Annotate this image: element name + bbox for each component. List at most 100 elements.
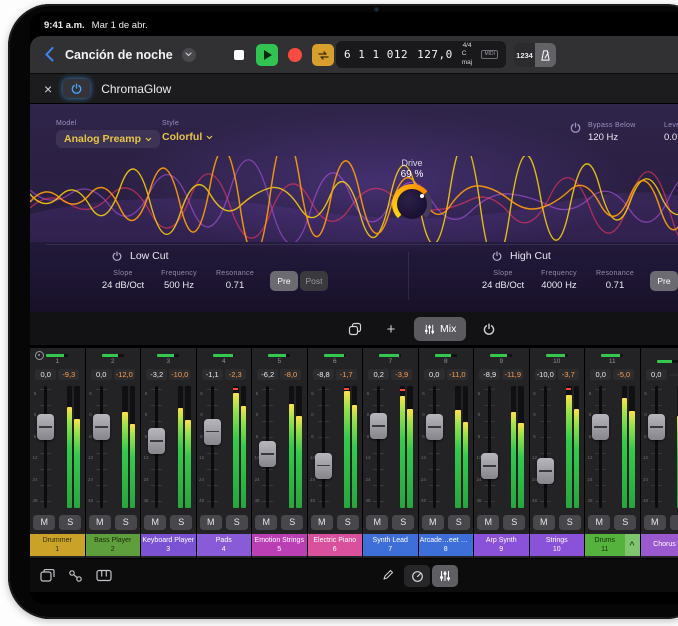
channel-tag[interactable]: Drums 11 ^ [585, 534, 640, 556]
peak-value[interactable]: -9,3 [58, 369, 79, 380]
solo-button[interactable]: S [226, 515, 248, 530]
fader-handle[interactable] [148, 428, 165, 454]
high-cut-slope[interactable]: 24 dB/Oct [482, 280, 524, 291]
mute-button[interactable]: M [200, 515, 222, 530]
channel-strip[interactable]: 7 0,2 -3,9 606122448 M S Synth Lead 7 [363, 348, 418, 558]
solo-button[interactable]: S [115, 515, 137, 530]
channel-tag[interactable]: Electric Piano 6 [308, 534, 363, 556]
channel-tag[interactable]: Keyboard Player 3 [141, 534, 196, 556]
drive-knob[interactable] [392, 184, 432, 224]
channel-strip[interactable]: 9 -8,9 -11,9 606122448 M S Arp Synth 9 [474, 348, 529, 558]
fader-handle[interactable] [537, 458, 554, 484]
fader-handle[interactable] [93, 414, 110, 440]
mute-button[interactable]: M [255, 515, 277, 530]
fader-handle[interactable] [315, 453, 332, 479]
browser-icon[interactable] [40, 569, 55, 583]
fader-value[interactable]: -10,0 [535, 369, 556, 380]
channel-tag[interactable]: Strings 10 [530, 534, 585, 556]
fader-value[interactable]: -6,2 [257, 369, 278, 380]
bypass-power-icon[interactable] [570, 122, 581, 133]
solo-button[interactable]: S [392, 515, 414, 530]
high-cut-frequency[interactable]: 4000 Hz [541, 280, 576, 291]
mute-button[interactable]: M [533, 515, 555, 530]
fader-handle[interactable] [370, 413, 387, 439]
fader-value[interactable]: -3,2 [146, 369, 167, 380]
solo-button[interactable]: S [281, 515, 303, 530]
keyboard-icon[interactable] [96, 569, 112, 582]
peak-value[interactable]: -10,0 [169, 369, 190, 380]
fader-track[interactable] [488, 386, 491, 508]
fader-track[interactable] [433, 386, 436, 508]
fader-track[interactable] [544, 386, 547, 508]
cycle-button[interactable] [312, 44, 334, 66]
fader-value[interactable]: 0,0 [91, 369, 112, 380]
mute-button[interactable]: M [89, 515, 111, 530]
channel-strip[interactable]: 11 0,0 -5,0 606122448 M S Drums 11 ^ [585, 348, 640, 558]
lcd-display[interactable]: 6 1 1 012 127,0 4/4 C maj MIDI [336, 41, 506, 68]
mute-button[interactable]: M [422, 515, 444, 530]
peak-value[interactable]: -2,3 [225, 369, 246, 380]
fader-value[interactable]: 0,0 [424, 369, 445, 380]
fader-track[interactable] [211, 386, 214, 508]
controls-view-button[interactable] [404, 565, 430, 587]
solo-button[interactable]: S [503, 515, 525, 530]
fader-track[interactable] [322, 386, 325, 508]
fader-handle[interactable] [426, 414, 443, 440]
channel-tag[interactable]: Pads 4 [197, 534, 252, 556]
plugin-power-button[interactable] [63, 79, 90, 98]
fader-handle[interactable] [592, 414, 609, 440]
peak-value[interactable]: -11,0 [447, 369, 468, 380]
fader-handle[interactable] [204, 419, 221, 445]
mute-button[interactable]: M [588, 515, 610, 530]
channel-tag[interactable]: Drummer 1 [30, 534, 85, 556]
back-button[interactable] [42, 44, 56, 66]
fader-handle[interactable] [648, 414, 665, 440]
fader-value[interactable]: 0,0 [646, 369, 667, 380]
fader-value[interactable]: -1,1 [202, 369, 223, 380]
channel-tag[interactable]: Arcade…eet Pad 8 [419, 534, 474, 556]
song-menu-button[interactable] [182, 48, 196, 62]
mix-button[interactable]: Mix [414, 317, 466, 341]
solo-button[interactable]: S [670, 515, 678, 530]
peak-value[interactable]: -3,9 [391, 369, 412, 380]
peak-value[interactable]: -8,0 [280, 369, 301, 380]
channel-strip[interactable]: 5 -6,2 -8,0 606122448 M S Emotion String… [252, 348, 307, 558]
channel-strip[interactable]: 2 0,0 -12,0 606122448 M S Bass Player 2 [86, 348, 141, 558]
mixer-power-button[interactable] [476, 316, 502, 342]
collapse-chevron[interactable]: ^ [625, 534, 640, 556]
add-track-button[interactable]: + [378, 316, 404, 342]
fader-track[interactable] [655, 386, 658, 508]
low-cut-pre-button[interactable]: Pre [270, 271, 298, 291]
channel-tag[interactable]: Arp Synth 9 [474, 534, 529, 556]
metronome-button[interactable] [535, 43, 556, 67]
peak-value[interactable]: -12,0 [114, 369, 135, 380]
low-cut-resonance[interactable]: 0.71 [226, 280, 245, 291]
routing-icon[interactable] [68, 569, 83, 583]
channel-strip[interactable]: 6 -8,8 -1,7 606122448 M S Electric Piano… [308, 348, 363, 558]
style-selector[interactable]: Style Colorful [162, 120, 213, 145]
low-cut-frequency[interactable]: 500 Hz [164, 280, 194, 291]
fader-value[interactable]: -8,8 [313, 369, 334, 380]
channel-tag[interactable]: Synth Lead 7 [363, 534, 418, 556]
low-cut-power-icon[interactable] [112, 251, 122, 261]
channel-strip[interactable]: 3 -3,2 -10,0 606122448 M S Keyboard Play… [141, 348, 196, 558]
peak-value[interactable] [669, 374, 678, 376]
mute-button[interactable]: M [366, 515, 388, 530]
close-button[interactable]: × [44, 82, 52, 96]
bypass-value[interactable]: 120 Hz [588, 132, 636, 143]
high-cut-power-icon[interactable] [492, 251, 502, 261]
peak-value[interactable]: -5,0 [613, 369, 634, 380]
peak-value[interactable]: -1,7 [336, 369, 357, 380]
level-value[interactable]: 0.0 [664, 132, 678, 143]
mute-button[interactable]: M [144, 515, 166, 530]
low-cut-slope[interactable]: 24 dB/Oct [102, 280, 144, 291]
channel-strip[interactable]: 10 -10,0 -3,7 606122448 M S Strings 10 [530, 348, 585, 558]
channel-strip[interactable]: 0,0 606122448 M S Chorus V [641, 348, 678, 558]
solo-button[interactable]: S [559, 515, 581, 530]
mute-button[interactable]: M [477, 515, 499, 530]
fader-value[interactable]: 0,0 [35, 369, 56, 380]
channel-strip[interactable]: 4 -1,1 -2,3 606122448 M S Pads 4 [197, 348, 252, 558]
peak-value[interactable]: -11,9 [502, 369, 523, 380]
channel-tag[interactable]: Bass Player 2 [86, 534, 141, 556]
fader-handle[interactable] [481, 453, 498, 479]
